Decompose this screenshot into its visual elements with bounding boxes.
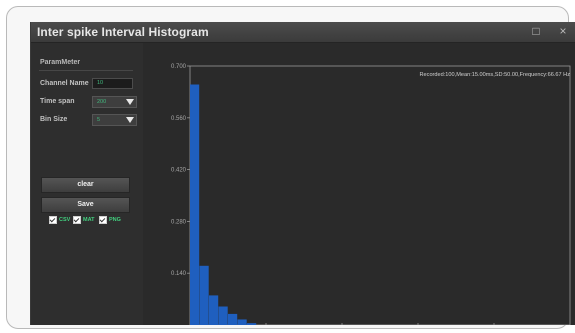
save-button[interactable]: Save [41, 197, 130, 213]
png-checkbox[interactable]: PNG [99, 216, 121, 224]
title-bar: Inter spike Interval Histogram □ × [31, 22, 575, 43]
y-tick-label: 0.140 [171, 271, 187, 277]
histogram-bar [199, 265, 209, 325]
bin-size-label: Bin Size [40, 116, 68, 123]
close-icon[interactable]: × [555, 24, 571, 38]
channel-name-label: Channel Name [40, 80, 89, 87]
y-tick-label: 0.420 [171, 168, 187, 174]
section-divider [39, 70, 133, 71]
histogram-plot: 0.140 0.280 0.420 0.560 0.700 Recorded:100,M… [143, 43, 575, 326]
y-tick-label: 0.280 [171, 219, 187, 225]
stats-annotation: Recorded:100,Mean:15.00ms,SD:50.00,Frequ… [420, 72, 571, 78]
checkbox-checked-icon [99, 216, 107, 224]
histogram-bar [190, 84, 200, 325]
time-span-value: 200 [97, 99, 107, 105]
time-span-select[interactable]: 200 [92, 96, 137, 108]
csv-checkbox[interactable]: CSV [49, 216, 70, 224]
histogram-chart: 0.140 0.280 0.420 0.560 0.700 Recorded:100,M… [171, 64, 571, 326]
maximize-icon[interactable]: □ [528, 24, 544, 38]
chart-bars [190, 84, 257, 325]
bin-size-select[interactable]: 5 [92, 114, 137, 126]
histogram-bar [209, 295, 219, 325]
y-tick-label: 0.700 [171, 64, 187, 70]
plot-frame [189, 65, 571, 326]
histogram-window: Inter spike Interval Histogram □ × Param… [30, 22, 575, 326]
clear-button[interactable]: clear [41, 177, 130, 193]
chevron-down-icon [126, 117, 134, 123]
section-title: ParamMeter [40, 59, 81, 66]
channel-name-input[interactable]: 10 [92, 78, 133, 89]
window-title: Inter spike Interval Histogram [37, 25, 209, 39]
checkbox-checked-icon [49, 216, 57, 224]
histogram-bar [228, 313, 238, 325]
bin-size-value: 5 [97, 117, 101, 123]
chart-ticks: 0.140 0.280 0.420 0.560 0.700 [171, 64, 495, 325]
histogram-bar [247, 323, 257, 325]
chart-axes [189, 65, 571, 326]
mat-checkbox[interactable]: MAT [73, 216, 95, 224]
time-span-label: Time span [40, 98, 75, 105]
mat-label: MAT [83, 217, 95, 223]
param-panel: ParamMeter Channel Name 10 Time span 200… [31, 43, 143, 325]
checkbox-checked-icon [73, 216, 81, 224]
histogram-bar [237, 319, 247, 325]
histogram-bar [218, 306, 228, 325]
png-label: PNG [109, 217, 121, 223]
csv-label: CSV [59, 217, 71, 223]
chevron-down-icon [126, 99, 134, 105]
y-tick-label: 0.560 [171, 116, 187, 122]
